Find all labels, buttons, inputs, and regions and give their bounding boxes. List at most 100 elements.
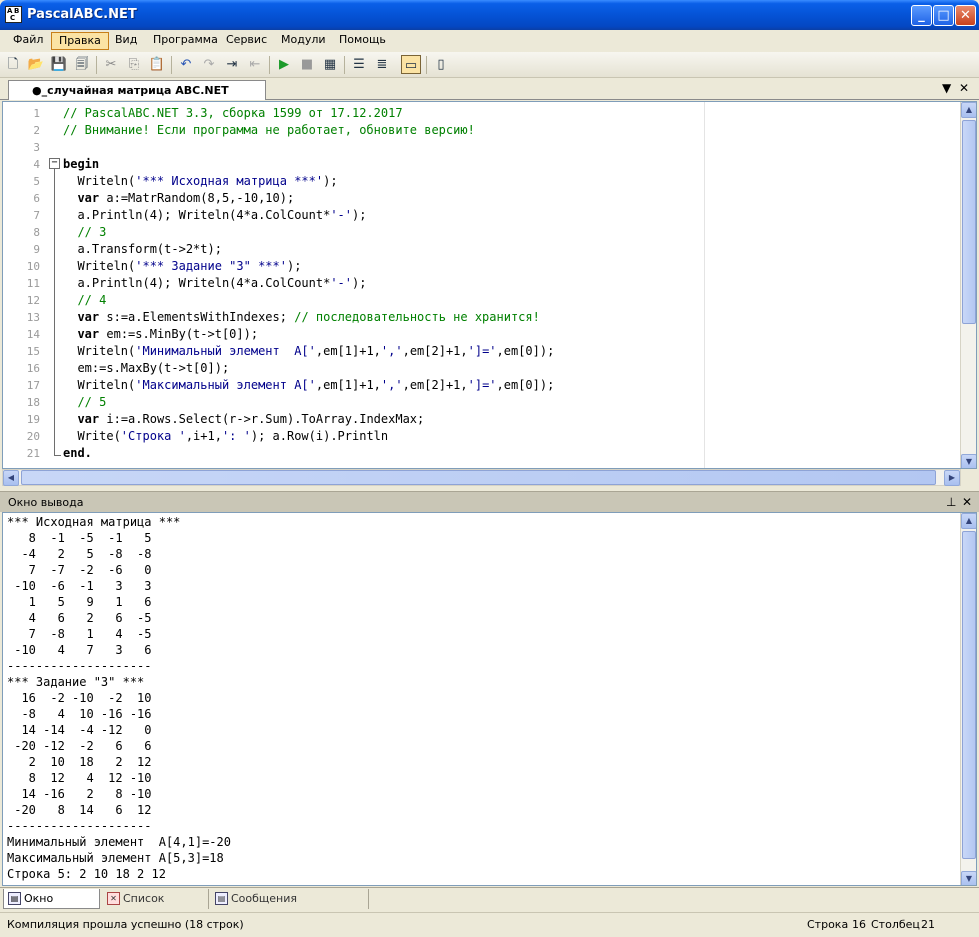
code-token: ,em[0]); (496, 378, 555, 392)
code-token: // PascalABC.NET 3.3, сборка 1599 от 17.… (63, 106, 403, 120)
code-line[interactable]: Writeln('Минимальный элемент A[',em[1]+1… (63, 343, 554, 360)
code-token: 'Минимальный элемент A[' (135, 344, 316, 358)
scroll-up-icon[interactable]: ▲ (961, 102, 976, 118)
pin-icon[interactable]: ⊥ (946, 495, 956, 509)
undo-icon[interactable]: ↶ (176, 55, 196, 74)
close-icon: ✕ (960, 8, 971, 23)
output-line: 8 -1 -5 -1 5 (7, 531, 152, 545)
menu-view[interactable]: Вид (108, 32, 144, 50)
code-editor[interactable]: 1 2 3 4 5 6 7 8 9 10 11 12 13 14 15 16 17 18 19 20 21 − // P… (2, 101, 977, 469)
code-line[interactable]: var i:=a.Rows.Select(r->r.Sum).ToArray.I… (63, 411, 424, 428)
uncomment-icon[interactable]: ≣ (372, 55, 392, 74)
code-line[interactable]: end. (63, 445, 92, 462)
line-number: 16 (26, 362, 40, 375)
code-line[interactable]: // 3 (63, 224, 106, 241)
output-scroll-down-icon[interactable]: ▼ (961, 871, 976, 885)
output-scroll-up-icon[interactable]: ▲ (961, 513, 976, 529)
compile-icon[interactable]: ▯ (431, 55, 451, 74)
editor-hscroll-thumb[interactable] (21, 470, 936, 485)
output-line: 7 -8 1 4 -5 (7, 627, 152, 641)
editor-tab[interactable]: ●_случайная матрица ABC.NET 3.3.pas* (8, 80, 266, 116)
code-token: ,em[1]+1, (315, 378, 381, 392)
code-line[interactable]: a.Println(4); Writeln(4*a.ColCount*'-'); (63, 207, 366, 224)
code-line[interactable]: var em:=s.MinBy(t->t[0]); (63, 326, 258, 343)
debug-icon[interactable]: ▦ (320, 55, 340, 74)
code-token: end. (63, 446, 92, 460)
toolbar: 🗋 📂 💾 🗐 ✂ ⎘ 📋 ↶ ↷ ⇥ ⇤ ▶ ■ ▦ ☰ ≣ ▭ ▯ (0, 52, 979, 78)
menu-program[interactable]: Программа (146, 32, 225, 50)
code-line[interactable]: begin (63, 156, 99, 173)
code-line[interactable]: // PascalABC.NET 3.3, сборка 1599 от 17.… (63, 105, 403, 122)
line-number: 10 (26, 260, 40, 273)
save-icon[interactable]: 💾 (49, 55, 69, 74)
save-all-icon[interactable]: 🗐 (72, 55, 92, 74)
line-number: 14 (26, 328, 40, 341)
code-token: ,em[2]+1, (402, 344, 468, 358)
code-line[interactable]: // 4 (63, 292, 106, 309)
menu-edit[interactable]: Правка (51, 32, 109, 50)
code-token: // последовательность не хранится! (294, 310, 540, 324)
line-number: 19 (26, 413, 40, 426)
paste-icon[interactable]: 📋 (147, 55, 167, 74)
code-line[interactable]: a.Transform(t->2*t); (63, 241, 222, 258)
indent-icon[interactable]: ⇥ (222, 55, 242, 74)
tab-close-icon[interactable]: ✕ (959, 81, 969, 95)
open-icon[interactable]: 📂 (26, 55, 46, 74)
editor-vertical-scrollbar[interactable]: ▲ ▼ (960, 102, 976, 468)
scroll-left-icon[interactable]: ◀ (3, 470, 19, 486)
comment-icon[interactable]: ☰ (349, 55, 369, 74)
code-line[interactable]: a.Println(4); Writeln(4*a.ColCount*'-'); (63, 275, 366, 292)
cut-icon[interactable]: ✂ (101, 55, 121, 74)
code-token: a.Transform(t->2*t); (63, 242, 222, 256)
output-line: 1 5 9 1 6 (7, 595, 152, 609)
output-scroll-thumb[interactable] (962, 531, 976, 859)
redo-icon[interactable]: ↷ (199, 55, 219, 74)
unindent-icon[interactable]: ⇤ (245, 55, 265, 74)
code-line[interactable]: Writeln('*** Исходная матрица ***'); (63, 173, 337, 190)
editor-tab-strip: ●_случайная матрица ABC.NET 3.3.pas* ▼ ✕ (0, 78, 979, 116)
code-line[interactable]: // Внимание! Если программа не работает,… (63, 122, 475, 139)
menu-modules[interactable]: Модули (274, 32, 333, 50)
menu-file[interactable]: Файл (6, 32, 50, 50)
code-token: ,em[2]+1, (402, 378, 468, 392)
output-close-icon[interactable]: ✕ (962, 495, 972, 509)
tab-output[interactable]: ▤ Окно вывода (3, 889, 100, 924)
menu-help[interactable]: Помощь (332, 32, 393, 50)
output-line: -10 4 7 3 6 (7, 643, 152, 657)
menu-service[interactable]: Сервис (219, 32, 274, 50)
run-icon[interactable]: ▶ (274, 55, 294, 74)
close-button[interactable]: ✕ (955, 5, 976, 26)
code-line[interactable]: var s:=a.ElementsWithIndexes; // последо… (63, 309, 540, 326)
code-token: ); (286, 259, 302, 273)
minimize-button[interactable]: _ (911, 5, 932, 26)
output-line: -10 -6 -1 3 3 (7, 579, 152, 593)
output-line: *** Задание "3" *** (7, 675, 145, 689)
console-icon[interactable]: ▭ (401, 55, 421, 74)
output-line: Максимальный элемент A[5,3]=18 (7, 851, 224, 865)
output-vertical-scrollbar[interactable]: ▲ ▼ (960, 513, 976, 885)
output-window[interactable]: *** Исходная матрица *** 8 -1 -5 -1 5 -4… (2, 512, 977, 886)
editor-scroll-thumb[interactable] (962, 120, 976, 324)
code-line[interactable]: // 5 (63, 394, 106, 411)
maximize-button[interactable]: □ (933, 5, 954, 26)
output-line: 4 6 2 6 -5 (7, 611, 152, 625)
code-line[interactable]: Writeln('*** Задание "3" ***'); (63, 258, 301, 275)
code-line[interactable]: Writeln('Максимальный элемент A[',em[1]+… (63, 377, 554, 394)
new-file-icon[interactable]: 🗋 (3, 55, 23, 74)
tab-errors[interactable]: ✕ Список ошибок (103, 889, 209, 924)
code-line[interactable]: var a:=MatrRandom(8,5,-10,10); (63, 190, 294, 207)
code-line[interactable]: em:=s.MaxBy(t->t[0]); (63, 360, 229, 377)
code-token: a.Println(4); Writeln(4*a.ColCount* (63, 276, 331, 290)
code-line[interactable]: Write('Строка ',i+1,': '); a.Row(i).Prin… (63, 428, 388, 445)
scroll-down-icon[interactable]: ▼ (961, 454, 976, 468)
code-token: var (77, 327, 100, 341)
scroll-right-icon[interactable]: ▶ (944, 470, 960, 486)
fold-toggle-icon[interactable]: − (49, 158, 60, 169)
tab-compiler-messages[interactable]: ▤ Сообщения компилятора (211, 889, 369, 924)
editor-horizontal-scrollbar[interactable]: ◀ ▶ (2, 469, 961, 486)
title-bar[interactable]: ABC PascalABC.NET _ □ ✕ (0, 0, 979, 30)
copy-icon[interactable]: ⎘ (124, 55, 144, 74)
stop-icon[interactable]: ■ (297, 55, 317, 74)
tab-list-icon[interactable]: ▼ (942, 81, 951, 95)
